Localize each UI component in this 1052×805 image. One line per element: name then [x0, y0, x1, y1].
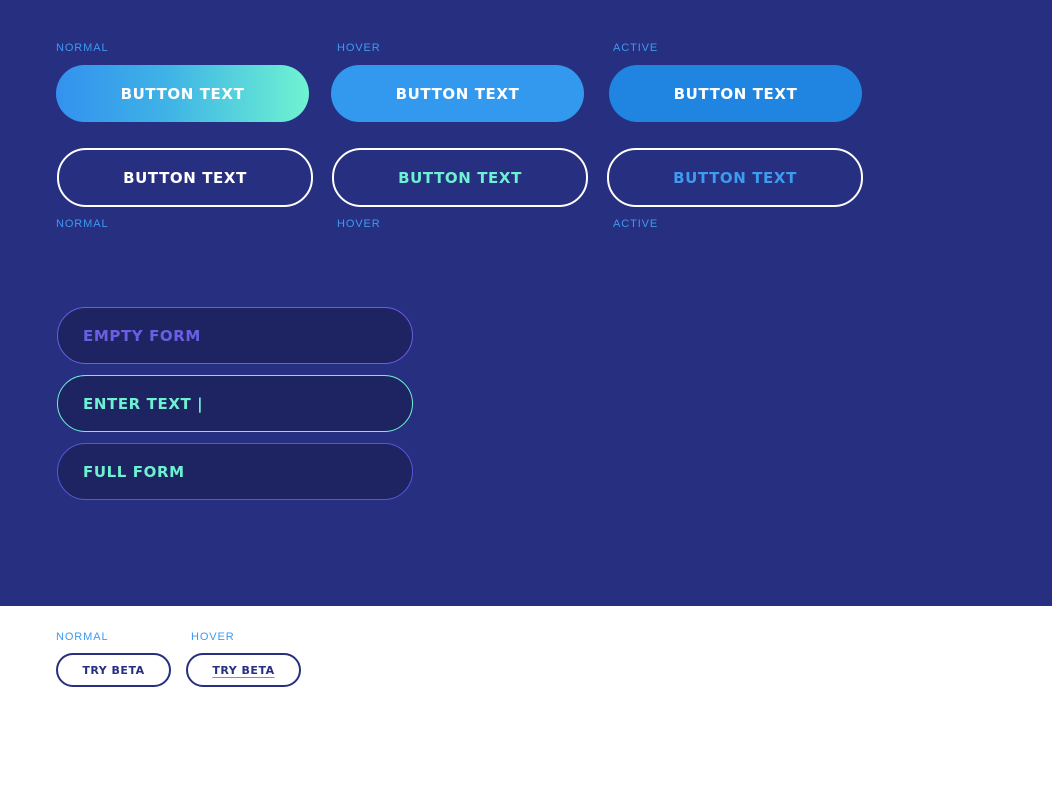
label-hover-bottom: HOVER [337, 218, 381, 230]
try-beta-button-hover[interactable]: TRY BETA [186, 653, 301, 687]
label-active-top: ACTIVE [613, 42, 659, 54]
label-beta-normal: NORMAL [56, 631, 109, 643]
dark-component-panel: NORMAL HOVER ACTIVE BUTTON TEXT BUTTON T… [0, 0, 1052, 606]
try-beta-label-hover: TRY BETA [212, 663, 275, 677]
label-beta-hover: HOVER [191, 631, 235, 643]
outline-button-hover[interactable]: BUTTON TEXT [332, 148, 588, 207]
typing-form-value: ENTER TEXT | [83, 394, 204, 413]
light-component-panel [0, 606, 1052, 805]
outline-button-active[interactable]: BUTTON TEXT [607, 148, 863, 207]
label-active-bottom: ACTIVE [613, 218, 659, 230]
label-hover-top: HOVER [337, 42, 381, 54]
full-form-field[interactable]: FULL FORM [57, 443, 413, 500]
typing-form-field[interactable]: ENTER TEXT | [57, 375, 413, 432]
full-form-value: FULL FORM [83, 462, 185, 481]
label-normal-bottom: NORMAL [56, 218, 109, 230]
outline-button-normal[interactable]: BUTTON TEXT [57, 148, 313, 207]
filled-button-active[interactable]: BUTTON TEXT [609, 65, 862, 122]
empty-form-placeholder: EMPTY FORM [83, 326, 201, 345]
style-guide-page: NORMAL HOVER ACTIVE BUTTON TEXT BUTTON T… [0, 0, 1052, 805]
try-beta-label-normal: TRY BETA [82, 663, 145, 677]
try-beta-button-normal[interactable]: TRY BETA [56, 653, 171, 687]
filled-button-hover[interactable]: BUTTON TEXT [331, 65, 584, 122]
filled-button-normal[interactable]: BUTTON TEXT [56, 65, 309, 122]
label-normal-top: NORMAL [56, 42, 109, 54]
empty-form-field[interactable]: EMPTY FORM [57, 307, 413, 364]
